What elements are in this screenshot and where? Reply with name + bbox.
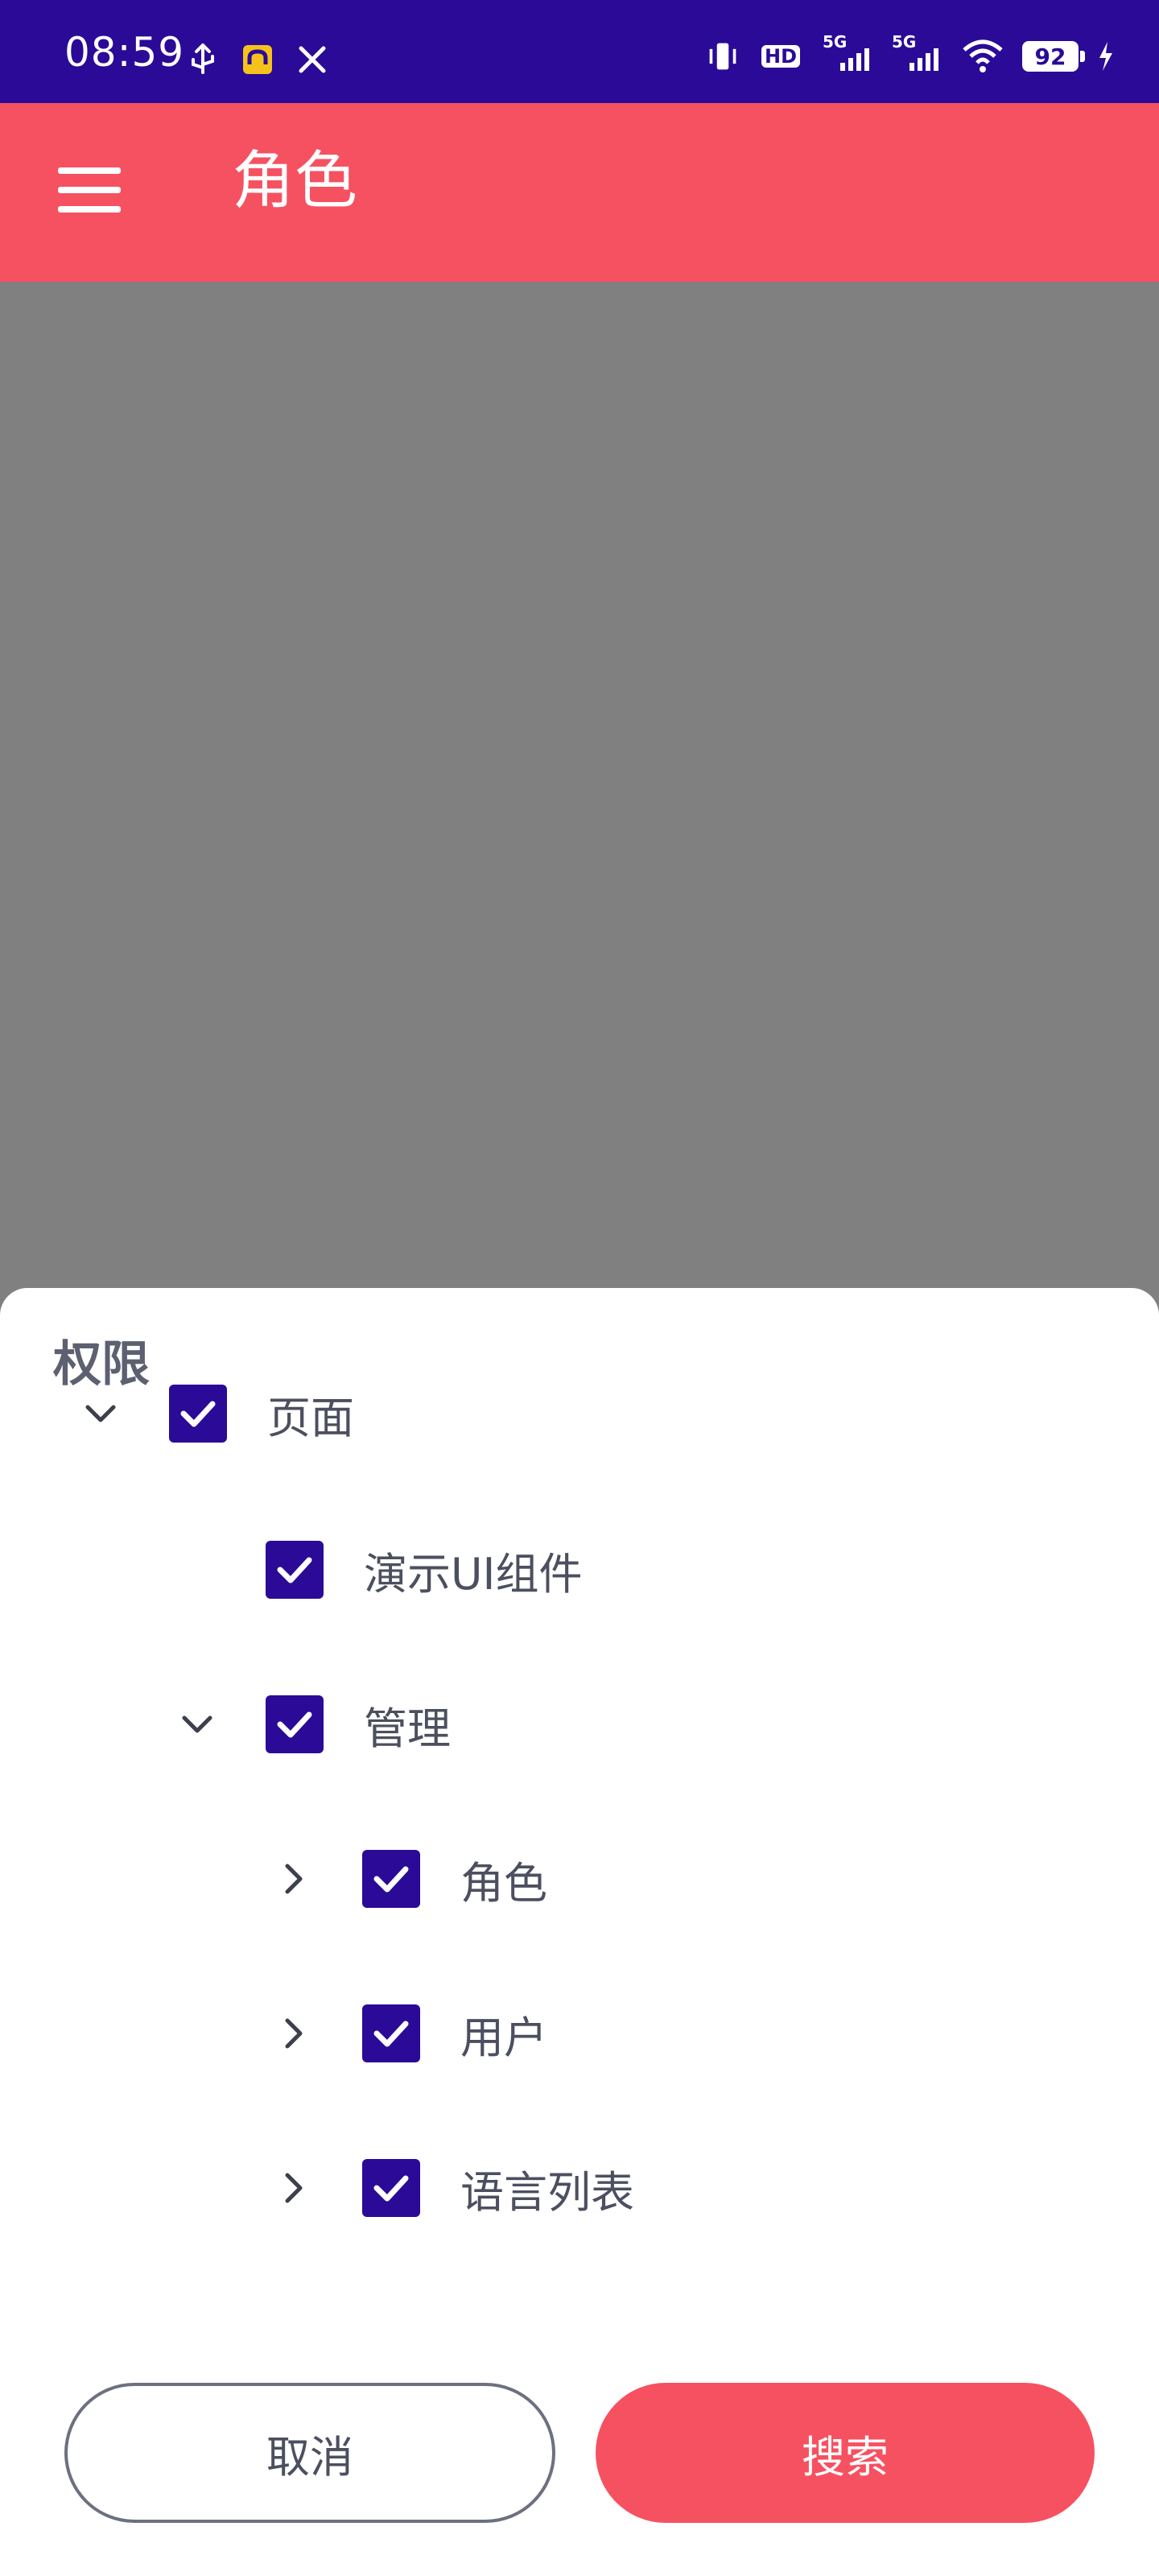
status-left-icons <box>187 43 328 76</box>
tree-row-languages[interactable]: 语言列表 <box>266 2140 634 2236</box>
checkbox[interactable] <box>362 2004 420 2062</box>
checkbox[interactable] <box>169 1385 227 1443</box>
tree-label: 演示UI组件 <box>364 1548 583 1600</box>
charging-icon <box>1096 40 1116 72</box>
tree-label: 语言列表 <box>460 2166 634 2218</box>
chevron-down-icon[interactable] <box>72 1385 129 1442</box>
hd-icon: HD <box>757 40 805 72</box>
chevron-right-icon[interactable] <box>266 2005 322 2062</box>
tree-label: 管理 <box>364 1703 451 1754</box>
tools-icon <box>296 43 328 76</box>
battery-level: 92 <box>1034 43 1066 70</box>
tree-row-demo-ui[interactable]: 演示UI组件 <box>169 1521 582 1618</box>
app-bar: 角色 <box>0 103 1159 282</box>
cancel-button[interactable]: 取消 <box>64 2383 555 2523</box>
status-bar: 08:59 HD 5G 5G 92 <box>0 0 1159 103</box>
menu-icon-bar <box>58 206 121 213</box>
vibrate-icon <box>707 40 739 72</box>
net-label-1: 5G <box>823 32 848 52</box>
tree-row-admin[interactable]: 管理 <box>169 1676 451 1773</box>
net-label-2: 5G <box>892 32 917 52</box>
menu-icon-bar <box>58 167 121 174</box>
menu-button[interactable] <box>58 161 122 225</box>
signal-5g-icon: 5G <box>892 34 943 72</box>
search-button[interactable]: 搜索 <box>596 2383 1095 2523</box>
checkbox[interactable] <box>362 1850 420 1908</box>
tree-label: 用户 <box>460 2012 547 2063</box>
status-right-icons: HD 5G 5G 92 <box>707 34 1116 72</box>
tree-label: 角色 <box>460 1857 547 1909</box>
chevron-right-icon[interactable] <box>266 1851 322 1907</box>
page-title: 角色 <box>232 145 358 217</box>
battery-icon: 92 <box>1022 41 1085 72</box>
checkbox[interactable] <box>266 1695 324 1753</box>
tree-row-roles[interactable]: 角色 <box>266 1831 547 1927</box>
hd-label: HD <box>761 45 800 68</box>
chevron-right-icon[interactable] <box>266 2160 322 2216</box>
scrim[interactable] <box>0 282 1159 1288</box>
chevron-down-icon[interactable] <box>169 1696 225 1752</box>
checkbox[interactable] <box>362 2159 420 2217</box>
status-time: 08:59 <box>64 29 185 76</box>
tree-row-users[interactable]: 用户 <box>266 1985 547 2082</box>
car-icon <box>241 43 274 76</box>
usb-icon <box>187 43 219 76</box>
tree-label: 页面 <box>267 1392 354 1443</box>
tree-row-page[interactable]: 页面 <box>72 1365 354 1462</box>
signal-5g-icon: 5G <box>823 34 874 72</box>
menu-icon-bar <box>58 187 121 193</box>
checkbox[interactable] <box>266 1541 324 1599</box>
wifi-icon <box>961 39 1004 72</box>
